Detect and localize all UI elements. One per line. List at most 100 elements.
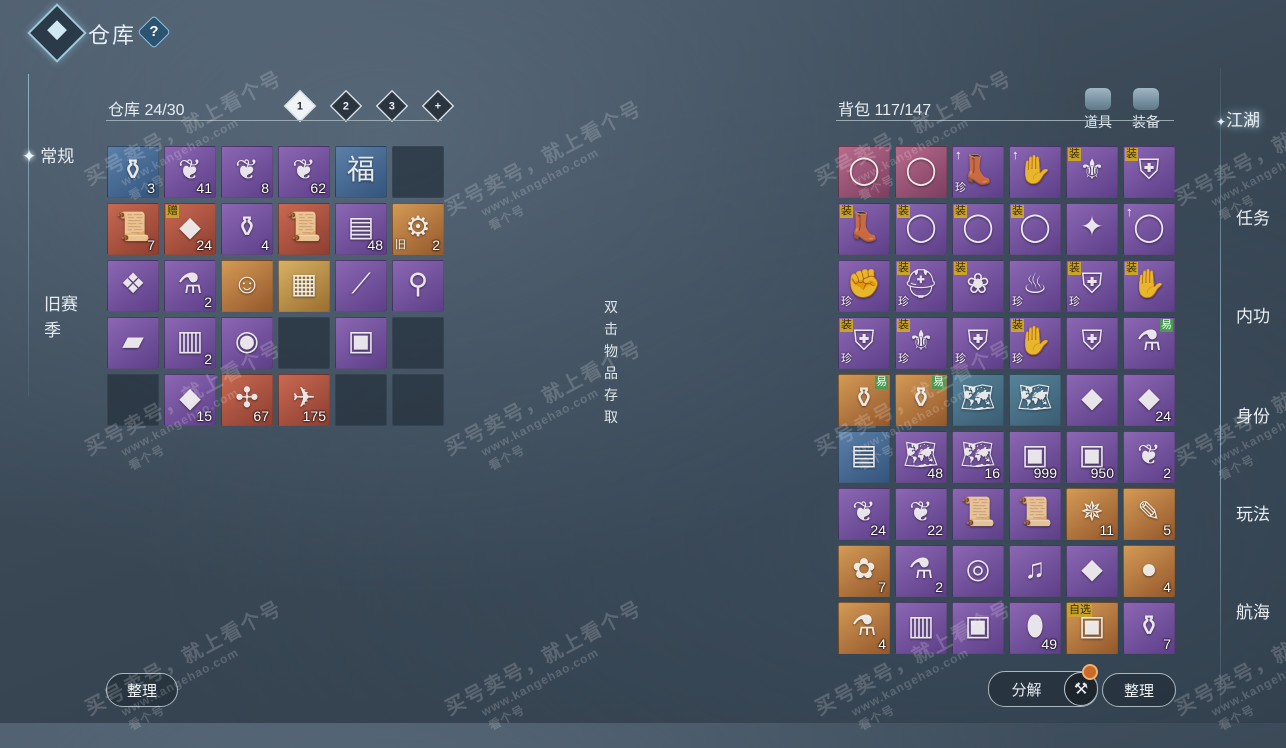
item-slot[interactable]: ☺	[221, 260, 273, 312]
item-slot[interactable]: ◯ 装	[895, 203, 947, 255]
item-slot[interactable]: ◯ ↑	[1123, 203, 1175, 255]
item-slot[interactable]: 🗺	[1009, 374, 1061, 426]
item-slot[interactable]: ♨ 珍	[1009, 260, 1061, 312]
item-slot[interactable]: ⚜ 装	[1066, 146, 1118, 198]
item-slot[interactable]: 📜	[1009, 488, 1061, 540]
item-slot[interactable]: ▥	[895, 602, 947, 654]
item-slot[interactable]: 📜	[278, 203, 330, 255]
warehouse-tab-add[interactable]: +	[421, 89, 455, 123]
item-slot[interactable]: 📜	[952, 488, 1004, 540]
item-slot[interactable]: ▥ 2	[164, 317, 216, 369]
item-slot[interactable]: ❦ 24	[838, 488, 890, 540]
item-slot[interactable]: ◆ 15	[164, 374, 216, 426]
item-slot[interactable]: ⚱ 易	[838, 374, 890, 426]
item-slot[interactable]: ⚲	[392, 260, 444, 312]
item-slot[interactable]: ▤ 48	[335, 203, 387, 255]
warehouse-tab-1[interactable]: 1	[283, 89, 317, 123]
item-slot[interactable]: 👢 ↑ 珍	[952, 146, 1004, 198]
item-slot[interactable]: ⬮ 49	[1009, 602, 1061, 654]
item-slot[interactable]: ⚗ 4	[838, 602, 890, 654]
item-slot[interactable]: ▣	[952, 602, 1004, 654]
item-slot[interactable]: ⚱ 3	[107, 146, 159, 198]
item-slot[interactable]: ⚗ 易	[1123, 317, 1175, 369]
right-tab-quest[interactable]: 任务	[1236, 204, 1270, 229]
item-slot[interactable]: ▰	[107, 317, 159, 369]
item-slot[interactable]: ✋ 装珍	[1009, 317, 1061, 369]
item-slot[interactable]: ⚱ 4	[221, 203, 273, 255]
item-slot[interactable]: ⚗ 2	[895, 545, 947, 597]
bag-tab-items[interactable]: 道具	[1084, 88, 1112, 132]
item-slot[interactable]: ✈ 175	[278, 374, 330, 426]
item-slot[interactable]: ⟋	[335, 260, 387, 312]
item-slot[interactable]: ✵ 11	[1066, 488, 1118, 540]
item-slot[interactable]: ⛑ 装珍	[895, 260, 947, 312]
item-slot[interactable]: ✣ 67	[221, 374, 273, 426]
item-slot[interactable]: ◆ 24	[1123, 374, 1175, 426]
item-slot[interactable]: ⚙ 旧 2	[392, 203, 444, 255]
item-slot[interactable]: ✋ 装	[1123, 260, 1175, 312]
item-slot[interactable]: 福	[335, 146, 387, 198]
item-slot[interactable]: ⛨ 装珍	[838, 317, 890, 369]
bag-grid[interactable]: ◯ ◯ 👢 ↑ 珍 ✋ ↑ ⚜ 装 ⛨ 装 👢 装 ◯ 装 ◯ 装 ◯ 装 ✦ ◯ ↑ ✊ 珍 ⛑ 装珍 ❀ 装 ♨ 珍 ⛨ 装珍 ✋ 装 ⛨ 装珍 ⚜…	[838, 146, 1175, 656]
item-slot[interactable]: ✿ 7	[838, 545, 890, 597]
item-slot[interactable]: ✋ ↑	[1009, 146, 1061, 198]
item-slot[interactable]: ◯	[895, 146, 947, 198]
item-slot[interactable]: ▣ 自选	[1066, 602, 1118, 654]
item-slot[interactable]: ⚱ 易	[895, 374, 947, 426]
item-slot[interactable]: 📜 7	[107, 203, 159, 255]
bag-tab-equipment[interactable]: 装备	[1132, 88, 1160, 132]
item-slot[interactable]: ✎ 5	[1123, 488, 1175, 540]
empty-slot[interactable]	[392, 374, 444, 426]
right-tab-gameplay[interactable]: 玩法	[1236, 500, 1270, 525]
item-slot[interactable]: ◯	[838, 146, 890, 198]
item-slot[interactable]: ◆	[1066, 374, 1118, 426]
right-tab-voyage[interactable]: 航海	[1236, 598, 1270, 623]
item-slot[interactable]: ❦ 41	[164, 146, 216, 198]
empty-slot[interactable]	[107, 374, 159, 426]
item-slot[interactable]: ❀ 装	[952, 260, 1004, 312]
item-slot[interactable]: 🗺	[952, 374, 1004, 426]
item-slot[interactable]: ◎	[952, 545, 1004, 597]
item-slot[interactable]: ▦	[278, 260, 330, 312]
item-slot[interactable]: ⛨ 装珍	[1066, 260, 1118, 312]
warehouse-tab-2[interactable]: 2	[329, 89, 363, 123]
item-slot[interactable]: ⛨	[1066, 317, 1118, 369]
right-tab-identity[interactable]: 身份	[1236, 402, 1270, 427]
item-slot[interactable]: ◆	[1066, 545, 1118, 597]
help-button[interactable]: ?	[137, 15, 171, 49]
item-slot[interactable]: ⚱ 7	[1123, 602, 1175, 654]
item-slot[interactable]: ❦ 8	[221, 146, 273, 198]
item-slot[interactable]: ◯ 装	[952, 203, 1004, 255]
item-slot[interactable]: ● 4	[1123, 545, 1175, 597]
item-slot[interactable]: ♫	[1009, 545, 1061, 597]
item-slot[interactable]: ◆ 赠 24	[164, 203, 216, 255]
left-tab-regular[interactable]: ✦ 常规	[22, 142, 74, 167]
empty-slot[interactable]	[392, 317, 444, 369]
item-slot[interactable]: 🗺 48	[895, 431, 947, 483]
item-slot[interactable]: ▣	[335, 317, 387, 369]
decompose-button[interactable]: 分解 ⚒	[988, 671, 1098, 707]
item-slot[interactable]: ✊ 珍	[838, 260, 890, 312]
item-slot[interactable]: ◉	[221, 317, 273, 369]
empty-slot[interactable]	[278, 317, 330, 369]
item-slot[interactable]: ⛨ 装	[1123, 146, 1175, 198]
bag-sort-button[interactable]: 整理	[1102, 673, 1176, 707]
empty-slot[interactable]	[335, 374, 387, 426]
item-slot[interactable]: ❦ 22	[895, 488, 947, 540]
warehouse-tab-3[interactable]: 3	[375, 89, 409, 123]
item-slot[interactable]: ❦ 62	[278, 146, 330, 198]
item-slot[interactable]: ▣ 999	[1009, 431, 1061, 483]
warehouse-sort-button[interactable]: 整理	[106, 673, 178, 707]
item-slot[interactable]: ▣ 950	[1066, 431, 1118, 483]
item-slot[interactable]: ▤	[838, 431, 890, 483]
item-slot[interactable]: 🗺 16	[952, 431, 1004, 483]
item-slot[interactable]: ✦	[1066, 203, 1118, 255]
item-slot[interactable]: ❖	[107, 260, 159, 312]
item-slot[interactable]: ⚗ 2	[164, 260, 216, 312]
left-tab-old-season[interactable]: 旧赛季	[44, 292, 84, 344]
item-slot[interactable]: ◯ 装	[1009, 203, 1061, 255]
empty-slot[interactable]	[392, 146, 444, 198]
app-logo-icon[interactable]	[27, 3, 87, 63]
item-slot[interactable]: ⚜ 装珍	[895, 317, 947, 369]
item-slot[interactable]: 👢 装	[838, 203, 890, 255]
